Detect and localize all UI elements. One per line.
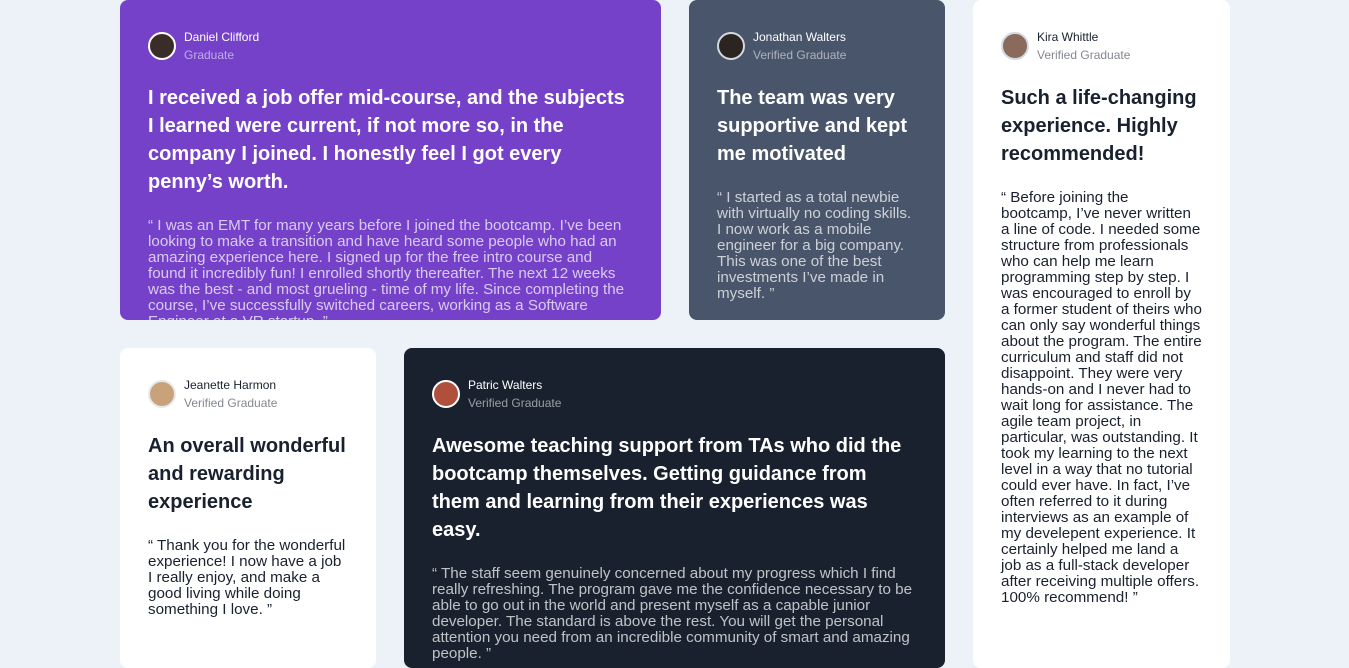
author-role: Verified Graduate [184, 396, 278, 410]
author-name: Patric Walters [468, 378, 543, 392]
author-header: Jonathan Walters Verified Graduate [717, 30, 917, 62]
author-name: Kira Whittle [1037, 30, 1099, 44]
testimonial-card-jeanette-harmon: Jeanette Harmon Verified Graduate An ove… [120, 348, 376, 668]
testimonial-headline: Awesome teaching support from TAs who di… [432, 435, 902, 541]
avatar-jonathan-walters [717, 32, 745, 60]
testimonial-quote: “ I started as a total newbie with virtu… [717, 189, 912, 302]
testimonial-quote: “ Thank you for the wonderful experience… [148, 537, 346, 618]
testimonial-card-kira-whittle: Kira Whittle Verified Graduate Such a li… [973, 0, 1230, 668]
author-name: Daniel Clifford [184, 30, 260, 44]
testimonial-card-patric-walters: Patric Walters Verified Graduate Awesome… [404, 348, 945, 668]
author-role: Verified Graduate [1037, 48, 1131, 62]
author-name: Jonathan Walters [753, 30, 846, 44]
avatar-daniel-clifford [148, 32, 176, 60]
avatar-patric-walters [432, 380, 460, 408]
author-header: Daniel Clifford Graduate [148, 30, 633, 62]
testimonial-quote: “ Before joining the bootcamp, I’ve neve… [1001, 189, 1202, 606]
author-role: Verified Graduate [468, 396, 562, 410]
testimonial-headline: Such a life-changing experience. Highly … [1001, 87, 1197, 165]
author-role: Verified Graduate [753, 48, 847, 62]
author-role: Graduate [184, 48, 235, 62]
testimonial-headline: An overall wonderful and rewarding exper… [148, 435, 346, 513]
author-header: Kira Whittle Verified Graduate [1001, 30, 1202, 62]
testimonial-quote: “ The staff seem genuinely concerned abo… [432, 565, 913, 662]
testimonial-card-jonathan-walters: Jonathan Walters Verified Graduate The t… [689, 0, 945, 320]
author-header: Patric Walters Verified Graduate [432, 378, 917, 410]
author-header: Jeanette Harmon Verified Graduate [148, 378, 348, 410]
avatar-jeanette-harmon [148, 380, 176, 408]
testimonial-headline: I received a job offer mid-course, and t… [148, 87, 625, 193]
testimonial-quote: “ I was an EMT for many years before I j… [148, 217, 625, 321]
testimonial-card-daniel-clifford: Daniel Clifford Graduate I received a jo… [120, 0, 661, 320]
author-name: Jeanette Harmon [184, 378, 277, 392]
testimonial-headline: The team was very supportive and kept me… [717, 87, 908, 165]
avatar-kira-whittle [1001, 32, 1029, 60]
